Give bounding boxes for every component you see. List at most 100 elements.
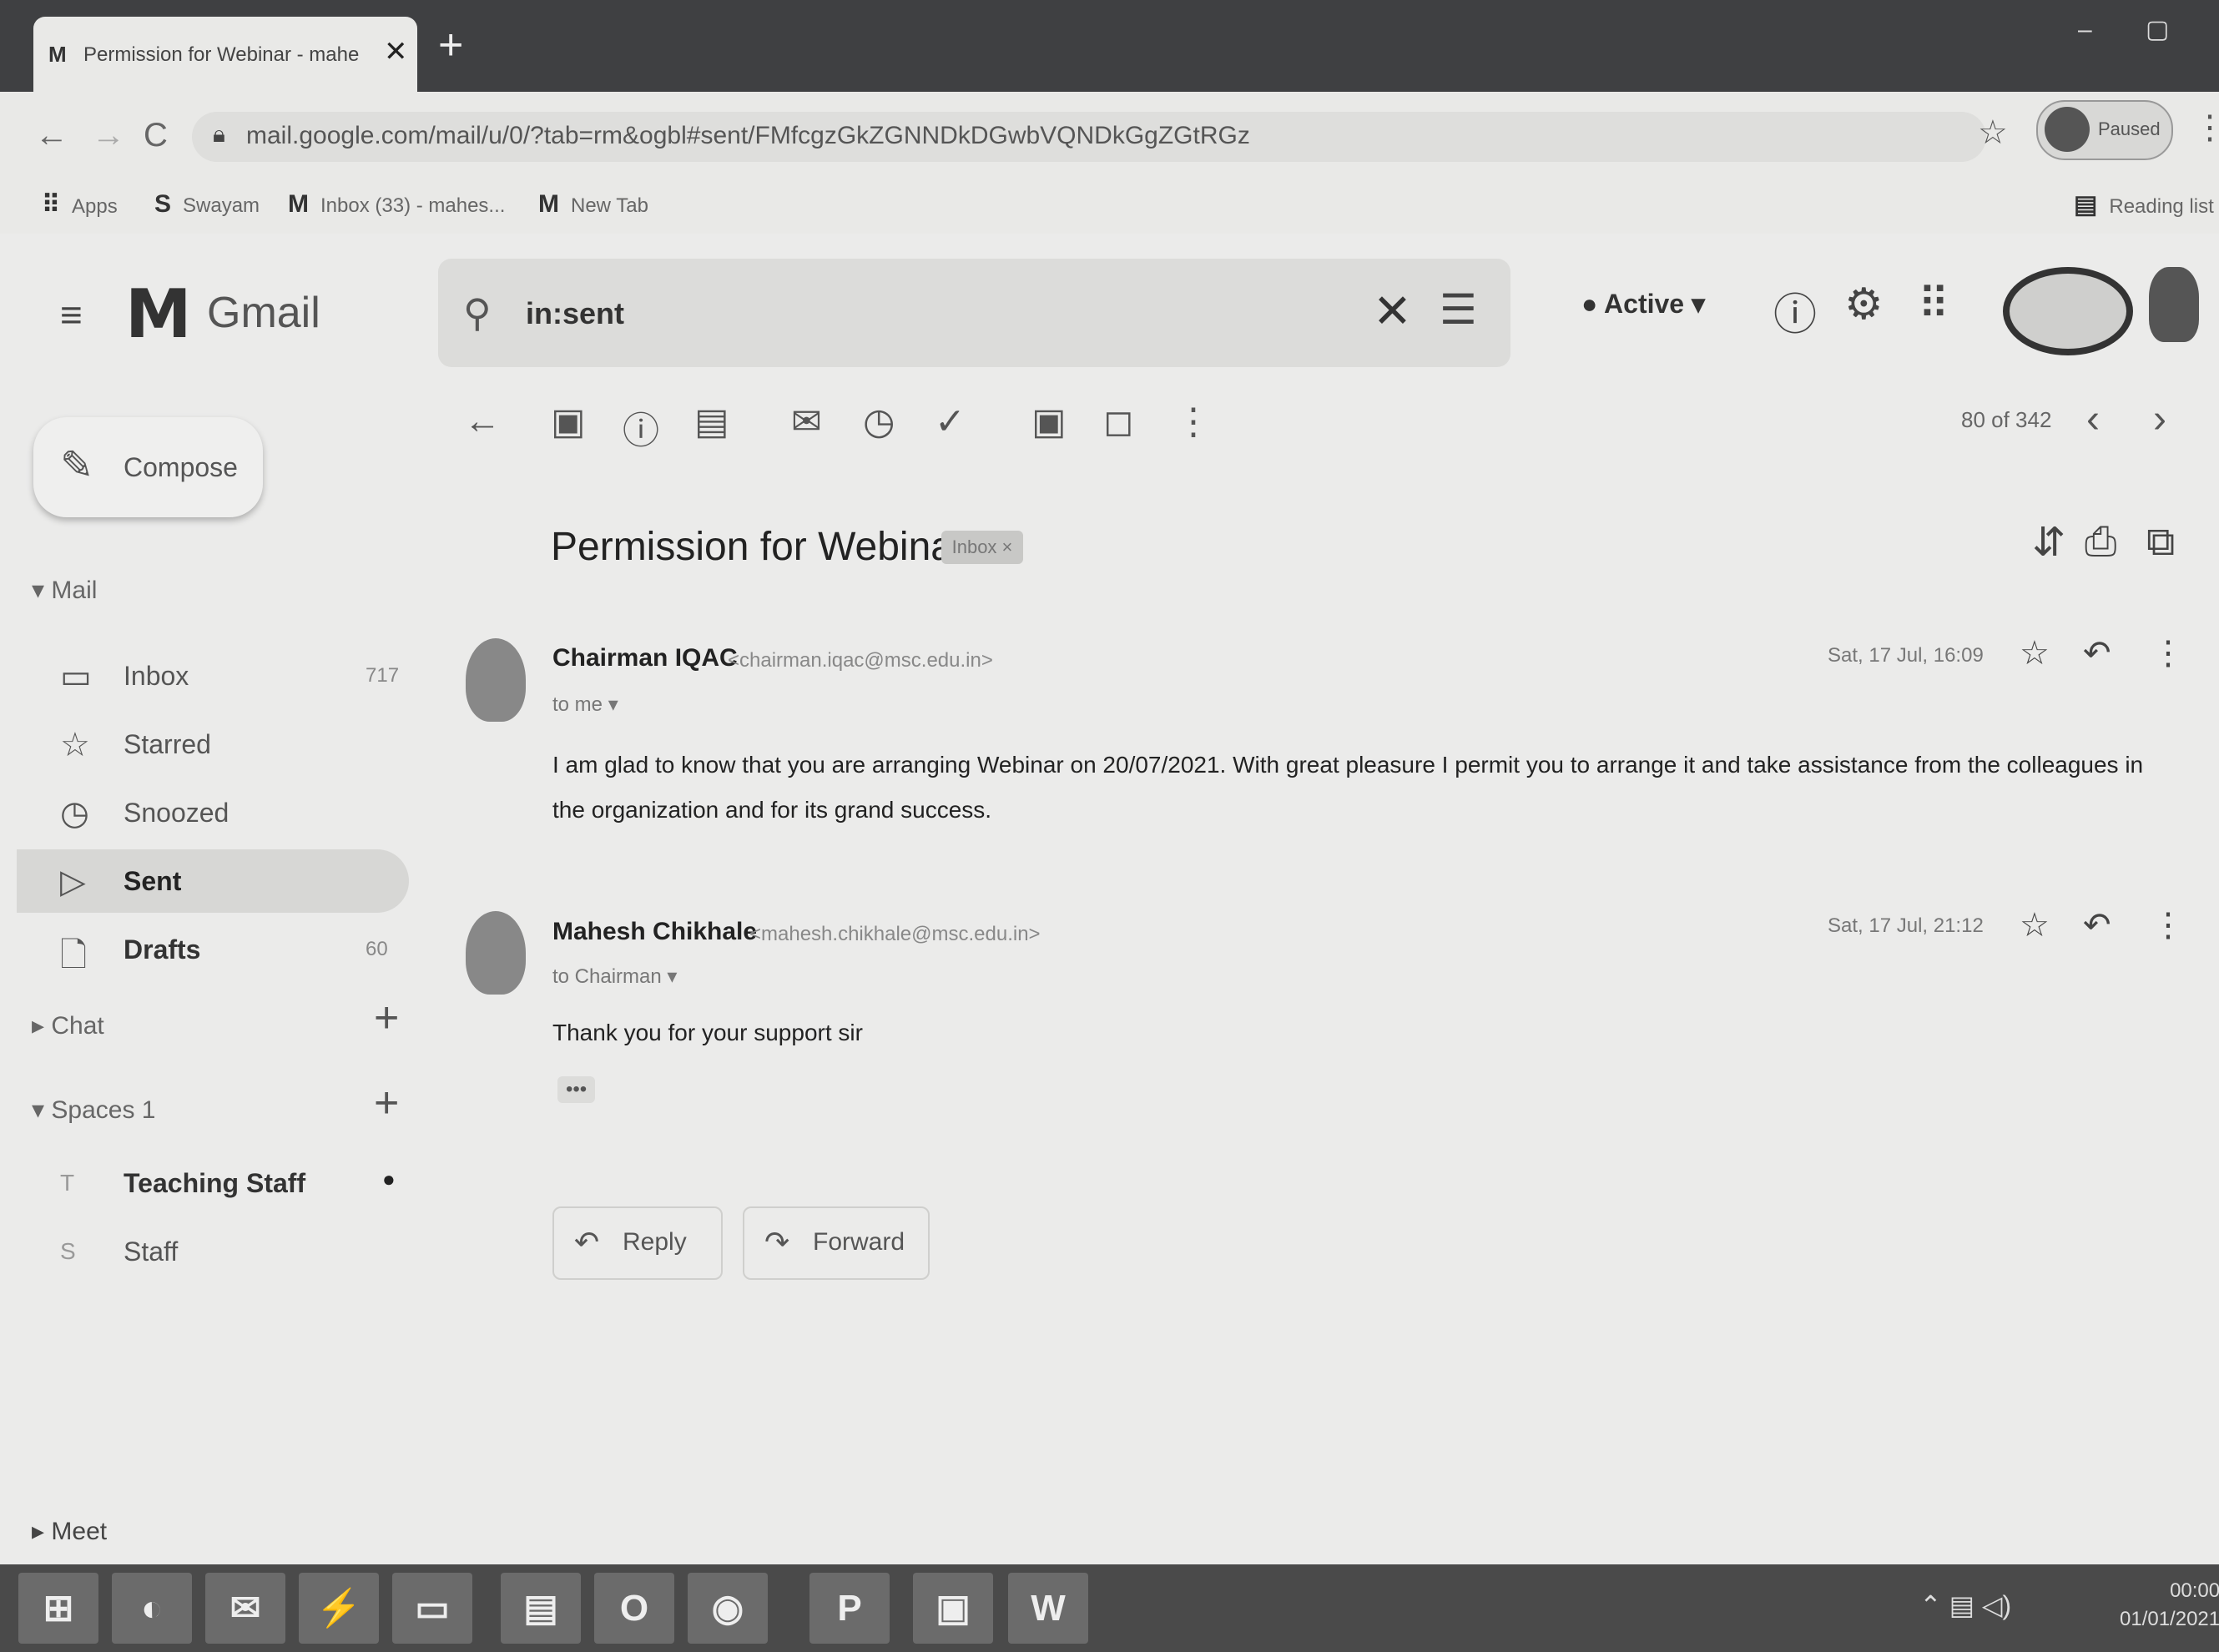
sender-avatar[interactable] xyxy=(466,638,526,722)
mail-app-icon[interactable]: ✉ xyxy=(205,1573,285,1644)
label-icon[interactable]: ◻ xyxy=(1103,400,1134,443)
newer-chevron-icon[interactable]: ‹ xyxy=(2086,396,2100,442)
browser-menu-icon[interactable]: ⋮ xyxy=(2193,108,2219,147)
space-teaching-staff[interactable]: T Teaching Staff ● xyxy=(17,1151,409,1215)
system-tray[interactable]: ⌃ ▤ ◁) xyxy=(1919,1589,2011,1621)
new-chat-plus-icon[interactable]: + xyxy=(374,993,399,1043)
url-text[interactable]: mail.google.com/mail/u/0/?tab=rm&ogbl#se… xyxy=(246,122,1250,150)
move-to-icon[interactable]: ▣ xyxy=(1031,400,1067,443)
space-icon: S xyxy=(60,1238,76,1264)
unread-dot: ● xyxy=(382,1166,396,1191)
start-button-icon[interactable]: ⊞ xyxy=(18,1573,98,1644)
message-more-icon[interactable]: ⋮ xyxy=(2151,906,2185,944)
taskbar-clock[interactable]: 00:00 01/01/2021 xyxy=(2120,1577,2219,1634)
new-space-plus-icon[interactable]: + xyxy=(374,1078,399,1128)
sender-avatar[interactable] xyxy=(466,911,526,995)
spaces-section-header[interactable]: ▾ Spaces 1 xyxy=(32,1095,155,1125)
profile-button[interactable]: Paused xyxy=(2036,100,2173,160)
tab-close-icon[interactable]: ✕ xyxy=(384,35,408,68)
forward-button[interactable]: → xyxy=(92,117,125,154)
message-body: Thank you for your support sir xyxy=(552,1020,863,1045)
app-icon[interactable]: ⚡ xyxy=(299,1573,379,1644)
print-icon[interactable]: ⎙ xyxy=(2085,519,2116,566)
chrome-icon[interactable]: ◉ xyxy=(688,1573,768,1644)
recipients-dropdown[interactable]: to me ▾ xyxy=(552,693,618,717)
inbox-label-chip[interactable]: Inbox × xyxy=(941,531,1023,564)
search-options-icon[interactable]: ☰ xyxy=(1440,285,1477,334)
space-staff[interactable]: S Staff xyxy=(17,1220,409,1283)
reading-list[interactable]: ▤ Reading list xyxy=(2074,190,2214,219)
archive-icon[interactable]: ▣ xyxy=(551,400,586,443)
app-icon[interactable]: ▣ xyxy=(913,1573,993,1644)
account-avatar[interactable] xyxy=(2149,267,2199,342)
chat-section-header[interactable]: ▸ Chat xyxy=(32,1011,104,1040)
window-controls[interactable]: – ▢ ✕ xyxy=(2078,15,2219,44)
reply-icon[interactable]: ↶ xyxy=(2083,906,2111,944)
firefox-icon[interactable]: ◐ xyxy=(112,1573,192,1644)
message-date: Sat, 17 Jul, 16:09 xyxy=(1828,644,1984,667)
search-input[interactable]: in:sent xyxy=(526,296,624,331)
sender-email: <chairman.iqac@msc.edu.in> xyxy=(728,649,993,672)
forward-button[interactable]: ↷ Forward xyxy=(743,1206,930,1280)
meet-section-header[interactable]: ▸ Meet xyxy=(32,1517,107,1546)
sidebar-item-snoozed[interactable]: ◷ Snoozed xyxy=(17,781,409,844)
browser-tab[interactable]: M Permission for Webinar - mahe ✕ xyxy=(33,17,417,92)
add-to-tasks-icon[interactable]: ✓ xyxy=(935,400,966,443)
mail-section-header[interactable]: ▾ Mail xyxy=(32,576,97,605)
more-actions-icon[interactable]: ⋮ xyxy=(1175,400,1212,443)
reply-button[interactable]: ↶ Reply xyxy=(552,1206,723,1280)
delete-icon[interactable]: ▤ xyxy=(694,400,729,443)
search-icon[interactable]: ⚲ xyxy=(463,290,492,335)
back-button[interactable]: ← xyxy=(35,117,68,154)
reply-icon[interactable]: ↶ xyxy=(2083,634,2111,672)
star-icon[interactable]: ☆ xyxy=(2020,634,2050,672)
reading-list-label: Reading list xyxy=(2109,195,2214,218)
status-dot-icon: ● xyxy=(1581,289,1605,319)
sender-name[interactable]: Mahesh Chikhale xyxy=(552,918,757,946)
back-to-list-icon[interactable]: ← xyxy=(464,400,501,442)
powerpoint-icon[interactable]: P xyxy=(809,1573,890,1644)
status-label: Active ▾ xyxy=(1604,289,1706,319)
gmail-logo-icon[interactable]: M xyxy=(125,275,192,353)
main-menu-icon[interactable]: ≡ xyxy=(60,292,83,337)
pencil-icon: ✎ xyxy=(60,444,94,488)
bookmark-inbox[interactable]: M Inbox (33) - mahes... xyxy=(288,190,505,219)
status-dropdown[interactable]: ● Active ▾ xyxy=(1581,288,1705,320)
bookmark-apps[interactable]: ⠿ Apps xyxy=(42,190,118,219)
settings-gear-icon[interactable]: ⚙ xyxy=(1844,280,1884,330)
collapse-all-icon[interactable]: ⇵ xyxy=(2032,519,2065,566)
reload-button[interactable]: C xyxy=(144,117,168,154)
sidebar-item-starred[interactable]: ☆ Starred xyxy=(17,713,409,776)
sender-name[interactable]: Chairman IQAC xyxy=(552,644,738,672)
sidebar-item-inbox[interactable]: ▭ Inbox 717 xyxy=(17,644,409,708)
sidebar-item-drafts[interactable]: 🗋︎ Drafts 60 xyxy=(17,918,409,981)
clear-search-icon[interactable]: ✕ xyxy=(1373,284,1412,339)
open-in-new-window-icon[interactable]: ⧉ xyxy=(2146,519,2175,566)
forward-label: Forward xyxy=(813,1228,905,1256)
snooze-icon[interactable]: ◷ xyxy=(863,400,895,443)
opera-icon[interactable]: O xyxy=(594,1573,674,1644)
gmail-wordmark[interactable]: Gmail xyxy=(207,288,320,338)
mark-unread-icon[interactable]: ✉ xyxy=(791,400,822,443)
sidebar-item-label: Sent xyxy=(124,866,182,896)
report-spam-icon[interactable]: ⓘ xyxy=(623,400,659,454)
lock-icon: 🔒︎ xyxy=(213,121,225,147)
bookmark-swayam[interactable]: S Swayam xyxy=(154,190,260,219)
file-explorer-icon[interactable]: ▭ xyxy=(392,1573,472,1644)
recipients-dropdown[interactable]: to Chairman ▾ xyxy=(552,965,677,989)
star-icon[interactable]: ☆ xyxy=(2020,906,2050,944)
sidebar-item-sent[interactable]: ▷ Sent xyxy=(17,849,409,913)
app-icon[interactable]: ▤ xyxy=(501,1573,581,1644)
show-trimmed-content-button[interactable]: ••• xyxy=(557,1076,596,1103)
google-apps-icon[interactable]: ⠿ xyxy=(1918,280,1949,330)
message-more-icon[interactable]: ⋮ xyxy=(2151,634,2185,672)
search-bar[interactable]: ⚲ in:sent ✕ ☰ xyxy=(438,259,1510,367)
bookmark-new-tab[interactable]: M New Tab xyxy=(538,190,648,219)
organization-logo[interactable] xyxy=(2003,267,2133,355)
compose-button[interactable]: ✎ Compose xyxy=(33,417,263,517)
word-icon[interactable]: W xyxy=(1008,1573,1088,1644)
bookmark-star-icon[interactable]: ☆ xyxy=(1978,113,2008,152)
older-chevron-icon[interactable]: › xyxy=(2153,396,2166,442)
new-tab-button[interactable]: + xyxy=(438,23,463,67)
help-icon[interactable]: ⓘ xyxy=(1773,280,1817,342)
